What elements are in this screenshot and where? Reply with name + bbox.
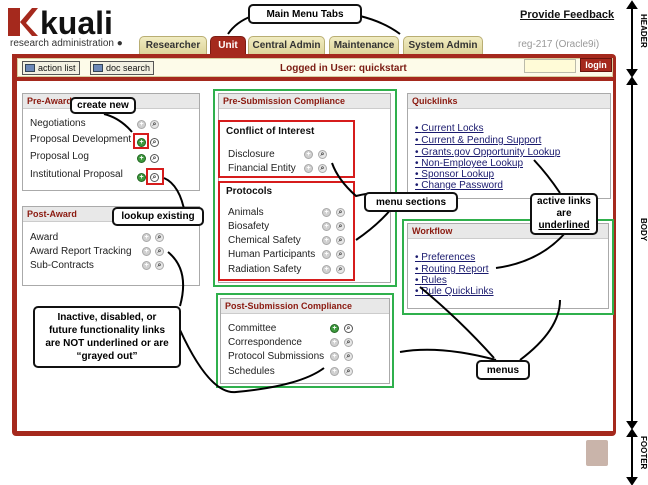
footer-section-label: FOOTER <box>639 436 648 470</box>
header-section-label: HEADER <box>639 14 648 48</box>
body-section-label: BODY <box>639 218 648 242</box>
section-markers <box>626 0 638 485</box>
